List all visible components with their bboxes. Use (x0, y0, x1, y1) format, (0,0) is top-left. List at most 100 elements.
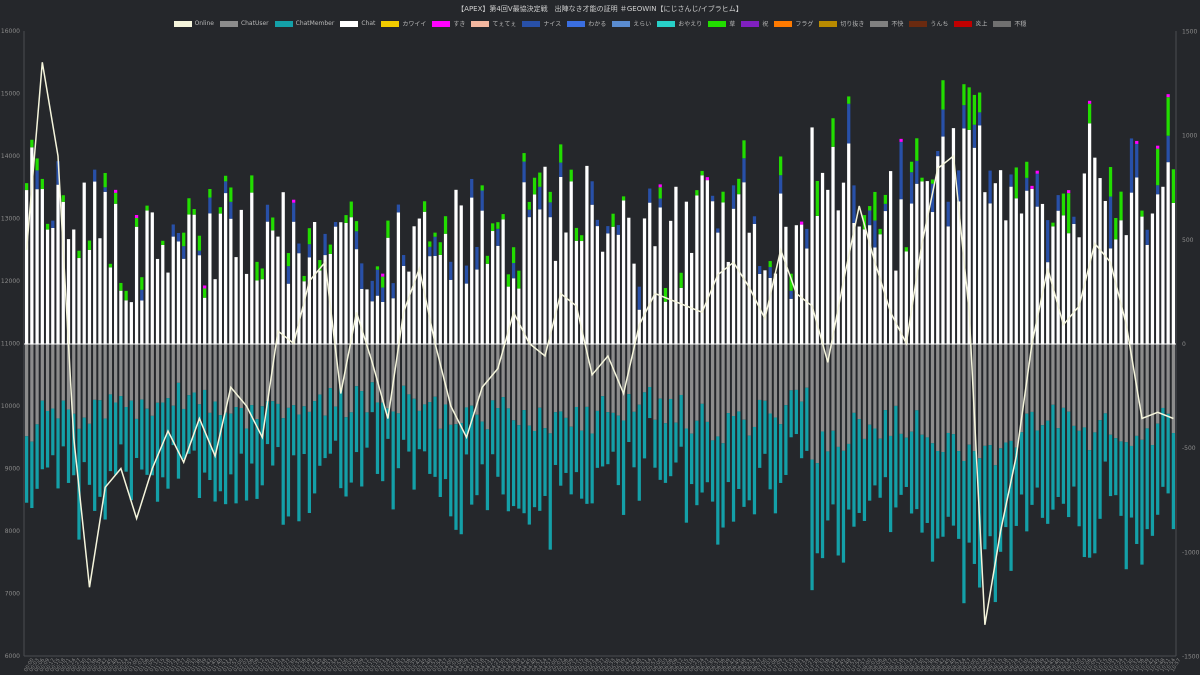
chatuser-bar (669, 344, 673, 399)
chat-bar (909, 203, 914, 344)
chatuser-bar (862, 344, 867, 439)
kusa-bar (878, 228, 882, 235)
chatmember-bar (1124, 442, 1128, 570)
chat-bar (56, 184, 60, 344)
chatmember-bar (710, 440, 715, 502)
chat-bar (852, 222, 856, 344)
chatuser-bar (386, 344, 390, 409)
chatuser-bar (600, 344, 605, 397)
chatmember-bar (134, 418, 139, 458)
kusa-bar (422, 201, 427, 212)
chatuser-bar (993, 344, 997, 466)
chatuser-bar (747, 344, 751, 436)
chatmember-bar (517, 425, 521, 509)
left-tick-label: 16000 (1, 28, 20, 35)
chatuser-bar (213, 344, 217, 402)
chat-bar (208, 213, 212, 344)
chatmember-bar (946, 432, 950, 517)
chatuser-bar (988, 344, 992, 446)
chatmember-bar (1067, 411, 1071, 518)
chatmember-bar (595, 410, 600, 468)
nice-bar (548, 202, 552, 218)
kusa-bar (108, 263, 113, 268)
chatuser-bar (260, 344, 264, 407)
nice-bar (972, 124, 977, 148)
chatmember-bar (464, 407, 469, 455)
chat-bar (1119, 220, 1123, 344)
chat-bar (281, 192, 285, 344)
kusa-bar (77, 250, 81, 259)
chat-bar (564, 232, 568, 344)
chat-bar (1077, 237, 1081, 344)
chatuser-bar (815, 344, 819, 464)
nice-bar (391, 283, 395, 299)
suki-bar (899, 138, 903, 142)
chatmember-bar (962, 460, 966, 604)
chatuser-bar (957, 344, 961, 452)
chatuser-bar (124, 344, 128, 408)
chatuser-bar (569, 344, 573, 427)
kusa-bar (1014, 167, 1018, 199)
nice-bar (140, 289, 144, 301)
nice-bar (1056, 195, 1060, 211)
chatmember-bar (491, 400, 495, 455)
chat-bar (600, 251, 605, 344)
chat-bar (134, 226, 139, 344)
chatuser-bar (637, 344, 641, 405)
kusa-bar (485, 255, 490, 264)
kusa-bar (1067, 193, 1071, 234)
chat-bar (784, 226, 788, 344)
chatmember-bar (391, 411, 395, 510)
nice-bar (402, 255, 406, 266)
left-tick-label: 13000 (1, 216, 20, 223)
chatmember-bar (532, 431, 537, 508)
chat-bar (946, 226, 950, 344)
chat-bar (454, 189, 458, 344)
chatuser-bar (344, 344, 348, 418)
chatmember-bar (705, 421, 709, 483)
chatmember-bar (501, 397, 505, 495)
chatmember-bar (496, 408, 500, 477)
chatmember-bar (941, 452, 945, 537)
chatuser-bar (820, 344, 825, 432)
chat-bar (538, 209, 542, 344)
nice-bar (962, 105, 966, 129)
kusa-bar (1171, 169, 1176, 203)
chatuser-bar (883, 344, 888, 411)
chatuser-bar (852, 344, 856, 413)
chatmember-bar (951, 434, 956, 526)
chatmember-bar (129, 400, 133, 501)
nice-bar (742, 158, 746, 183)
kusa-bar (663, 288, 668, 302)
kusa-bar (40, 178, 44, 190)
left-tick-label: 7000 (5, 591, 20, 598)
chatmember-bar (297, 414, 301, 522)
chat-bar (171, 236, 175, 344)
chat-bar (40, 189, 44, 344)
kusa-bar (1114, 217, 1118, 240)
chat-bar (234, 257, 238, 344)
left-tick-label: 10000 (1, 403, 20, 410)
chatmember-bar (642, 392, 647, 459)
chat-bar (496, 245, 500, 344)
chatuser-bar (894, 344, 898, 406)
chatuser-bar (731, 344, 736, 417)
chat-bar (124, 300, 128, 344)
chatuser-bar (454, 344, 458, 425)
chatmember-bar (511, 420, 516, 507)
nice-bar (480, 190, 484, 211)
nice-bar (752, 216, 757, 224)
chat-bar (920, 181, 924, 344)
chatmember-bar (857, 419, 861, 513)
kusa-bar (742, 140, 746, 159)
chatmember-bar (1030, 411, 1034, 505)
chat-bar (616, 234, 620, 344)
chat-bar (318, 270, 322, 344)
chatuser-bar (983, 344, 987, 446)
chat-bar (904, 251, 908, 344)
suki-bar (658, 184, 662, 188)
kusa-bar (375, 266, 380, 270)
chat-bar (1072, 223, 1076, 344)
chat-bar (87, 249, 92, 344)
chatuser-bar (412, 344, 416, 399)
